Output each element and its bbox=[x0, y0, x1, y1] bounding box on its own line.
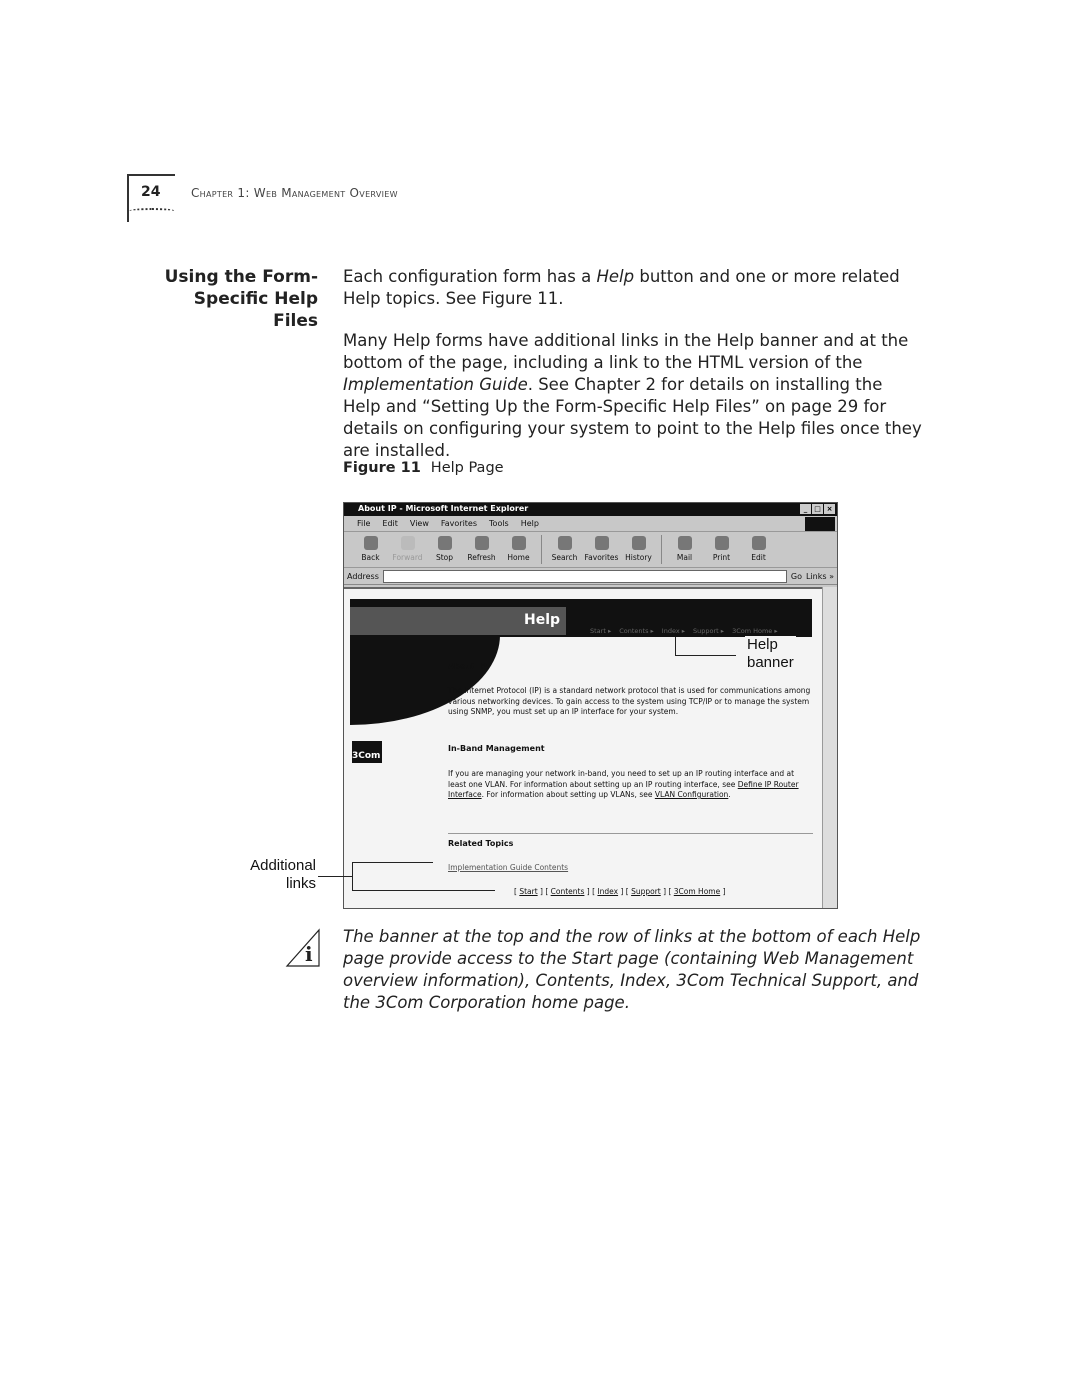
back-button[interactable]: Back bbox=[352, 535, 389, 564]
svg-text:i: i bbox=[305, 942, 313, 966]
paragraph-1: Each configuration form has a Help butto… bbox=[343, 267, 900, 308]
info-note-icon: i bbox=[285, 928, 320, 967]
section-heading: Using the Form-Specific Help Files bbox=[164, 267, 318, 331]
minimize-icon[interactable]: _ bbox=[800, 504, 811, 514]
search-icon bbox=[557, 536, 572, 550]
address-input[interactable] bbox=[382, 569, 787, 583]
print-button[interactable]: Print bbox=[703, 535, 740, 564]
dotted-decoration bbox=[129, 208, 175, 214]
home-icon bbox=[511, 536, 526, 550]
divider bbox=[448, 833, 813, 834]
banner-links: Start ▸ Contents ▸ Index ▸ Support ▸ 3Co… bbox=[590, 627, 778, 635]
stop-icon bbox=[437, 536, 452, 550]
refresh-button[interactable]: Refresh bbox=[463, 535, 500, 564]
help-banner-title: Help bbox=[524, 612, 561, 628]
bottom-links: [ Start ] [ Contents ] [ Index ] [ Suppo… bbox=[514, 887, 726, 896]
mail-button[interactable]: Mail bbox=[666, 535, 703, 564]
title-bar: About IP - Microsoft Internet Explorer _… bbox=[344, 503, 837, 516]
chapter-title: Chapter 1: Web Management Overview bbox=[191, 186, 398, 200]
banner-link-index[interactable]: Index ▸ bbox=[662, 627, 685, 635]
go-button[interactable]: Go bbox=[791, 572, 802, 581]
favorites-button[interactable]: Favorites bbox=[583, 535, 620, 564]
banner-link-3com-home[interactable]: 3Com Home ▸ bbox=[732, 627, 778, 635]
about-text: The Internet Protocol (IP) is a standard… bbox=[448, 686, 811, 716]
favorites-icon bbox=[594, 536, 609, 550]
menu-edit[interactable]: Edit bbox=[382, 519, 398, 528]
menu-bar: File Edit View Favorites Tools Help bbox=[344, 516, 837, 532]
callout-line bbox=[352, 890, 495, 891]
windows-logo-icon bbox=[805, 517, 835, 531]
browser-screenshot: About IP - Microsoft Internet Explorer _… bbox=[343, 502, 838, 909]
menu-help[interactable]: Help bbox=[521, 519, 539, 528]
related-heading: Related Topics bbox=[448, 839, 514, 848]
back-icon bbox=[363, 536, 378, 550]
paragraph-2: Many Help forms have additional links in… bbox=[343, 331, 922, 460]
home-button[interactable]: Home bbox=[500, 535, 537, 564]
inband-text: If you are managing your network in-band… bbox=[448, 769, 799, 799]
implementation-guide-link[interactable]: Implementation Guide Contents bbox=[448, 863, 568, 872]
forward-button[interactable]: Forward bbox=[389, 535, 426, 564]
address-label: Address bbox=[347, 571, 379, 581]
links-button[interactable]: Links » bbox=[806, 572, 834, 581]
inband-heading: In-Band Management bbox=[448, 744, 545, 753]
maximize-icon[interactable]: □ bbox=[812, 504, 823, 514]
note-text: The banner at the top and the row of lin… bbox=[343, 927, 921, 1012]
stop-button[interactable]: Stop bbox=[426, 535, 463, 564]
bottom-link-support[interactable]: Support bbox=[631, 887, 661, 896]
figure-caption: Figure 11 Help Page bbox=[343, 460, 504, 476]
3com-logo: 3Com bbox=[352, 741, 382, 763]
forward-icon bbox=[400, 536, 415, 550]
address-bar: Address Go Links » bbox=[344, 568, 837, 585]
banner-link-contents[interactable]: Contents ▸ bbox=[619, 627, 654, 635]
toolbar: Back Forward Stop Refresh Home Search Fa… bbox=[344, 532, 837, 568]
history-button[interactable]: History bbox=[620, 535, 657, 564]
bottom-link-index[interactable]: Index bbox=[597, 887, 618, 896]
edit-button[interactable]: Edit bbox=[740, 535, 777, 564]
edit-icon bbox=[751, 536, 766, 550]
help-banner-callout: Help banner bbox=[745, 636, 796, 672]
additional-links-callout: Additional links bbox=[250, 857, 316, 892]
close-icon[interactable]: × bbox=[824, 504, 835, 514]
callout-line bbox=[352, 862, 433, 863]
bottom-link-3com-home[interactable]: 3Com Home bbox=[674, 887, 720, 896]
vlan-configuration-link[interactable]: VLAN Configuration bbox=[655, 790, 728, 799]
callout-line bbox=[675, 637, 676, 655]
history-icon bbox=[631, 536, 646, 550]
menu-favorites[interactable]: Favorites bbox=[441, 519, 477, 528]
print-icon bbox=[714, 536, 729, 550]
page-number: 24 bbox=[141, 184, 161, 200]
vertical-scrollbar[interactable] bbox=[822, 587, 837, 908]
banner-link-support[interactable]: Support ▸ bbox=[693, 627, 724, 635]
menu-file[interactable]: File bbox=[357, 519, 370, 528]
callout-line bbox=[318, 876, 352, 877]
about-heading: About IP bbox=[448, 662, 487, 671]
bottom-link-start[interactable]: Start bbox=[519, 887, 537, 896]
menu-tools[interactable]: Tools bbox=[489, 519, 509, 528]
refresh-icon bbox=[474, 536, 489, 550]
callout-line bbox=[352, 862, 353, 890]
bottom-link-contents[interactable]: Contents bbox=[551, 887, 585, 896]
mail-icon bbox=[677, 536, 692, 550]
search-button[interactable]: Search bbox=[546, 535, 583, 564]
callout-line bbox=[675, 655, 736, 656]
banner-link-start[interactable]: Start ▸ bbox=[590, 627, 611, 635]
menu-view[interactable]: View bbox=[410, 519, 429, 528]
